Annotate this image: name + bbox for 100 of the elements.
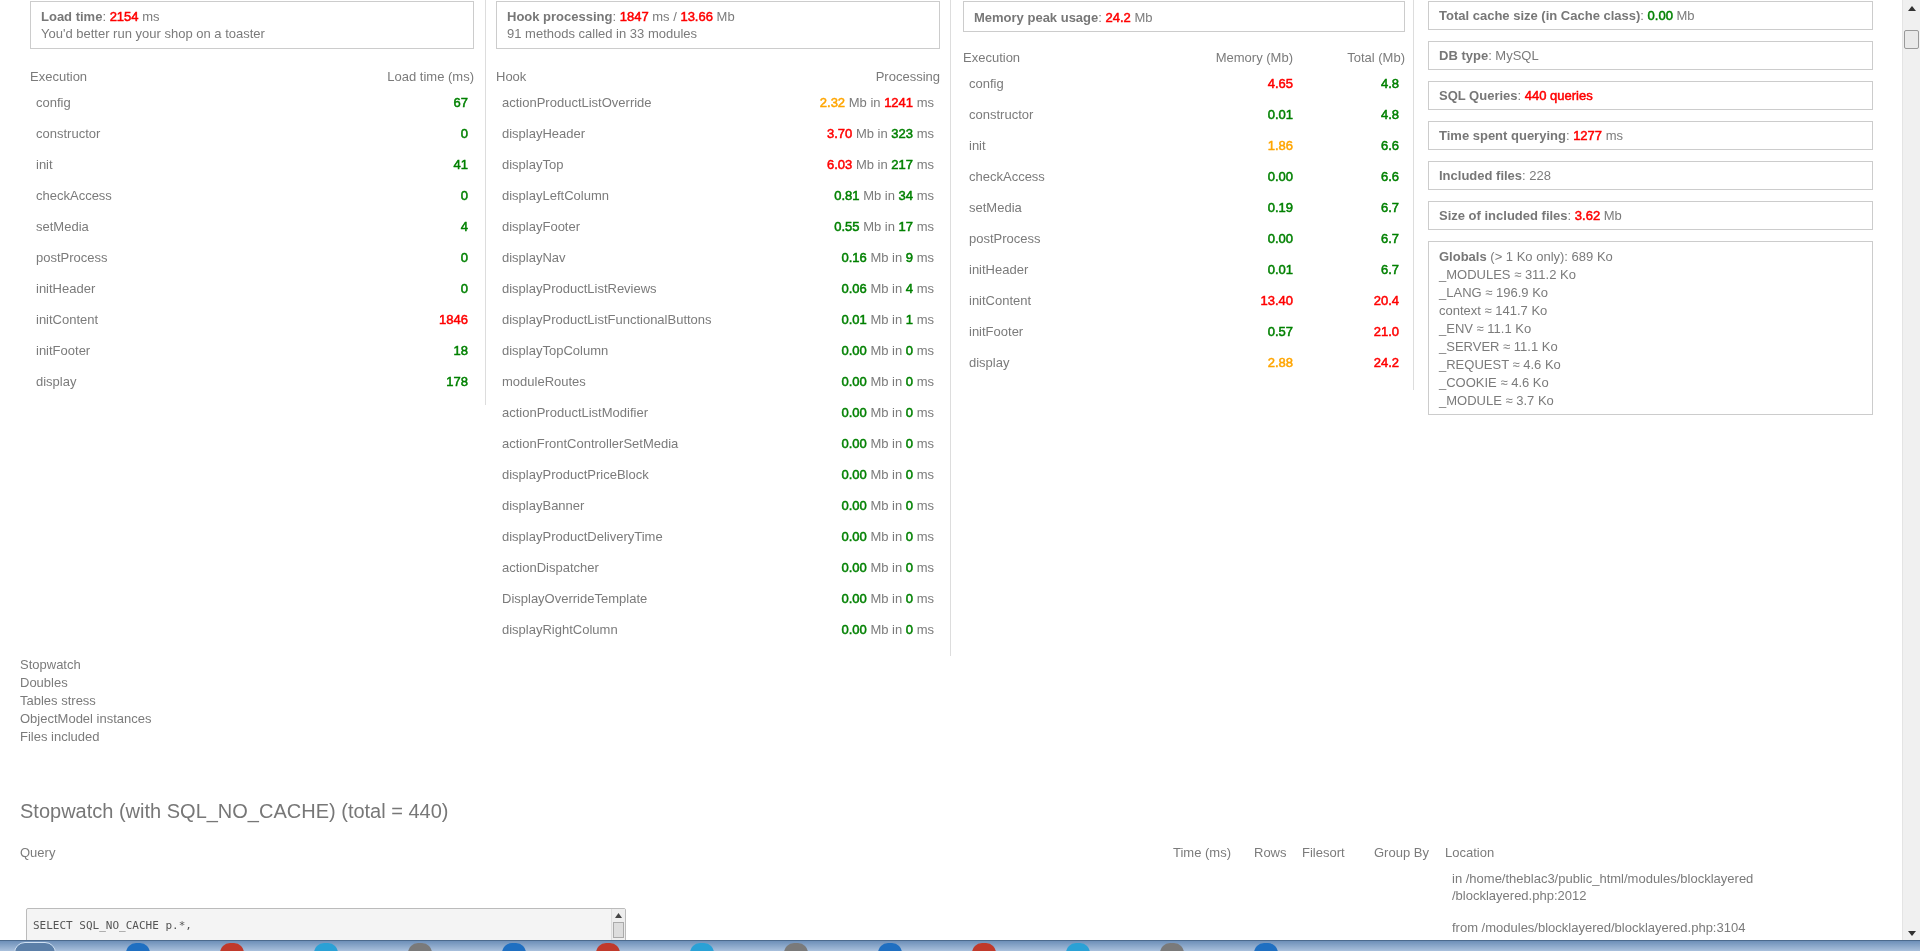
- globals-entry: _LANG ≈ 196.9 Ko: [1439, 284, 1550, 302]
- location-text: from /modules/blocklayered/blocklayered.php:3104: [1452, 919, 1747, 936]
- table-cell-text: 0.00 Mb in 0 ms: [841, 466, 934, 484]
- table-cell-text: 1846: [439, 311, 468, 329]
- table-cell-text: 0.00 Mb in 0 ms: [841, 559, 934, 577]
- table-cell-text: initHeader: [36, 280, 96, 298]
- table-cell-text: displayLeftColumn: [502, 187, 609, 205]
- taskbar-app-icon[interactable]: [1066, 943, 1090, 951]
- taskbar-app-icon[interactable]: [408, 943, 432, 951]
- taskbar-app-icon[interactable]: [1160, 943, 1184, 951]
- info-text: Time spent querying: 1277 ms: [1439, 127, 1623, 144]
- table-cell-text: displayRightColumn: [502, 621, 618, 639]
- section-link[interactable]: Doubles: [20, 674, 152, 692]
- table-cell-text: 0.00 Mb in 0 ms: [841, 528, 934, 546]
- table-cell-text: 0.01: [1266, 261, 1293, 279]
- taskbar-app-icon[interactable]: [220, 943, 244, 951]
- section-link[interactable]: Files included: [20, 728, 152, 746]
- table-cell-text: postProcess: [969, 230, 1041, 248]
- table-cell-text: 0.00 Mb in 0 ms: [841, 373, 934, 391]
- info-text: DB type: MySQL: [1439, 47, 1539, 64]
- table-cell-text: initFooter: [36, 342, 91, 360]
- table-cell-text: 0.01 Mb in 1 ms: [841, 311, 934, 329]
- section-link[interactable]: Tables stress: [20, 692, 152, 710]
- table-cell-text: 1.86: [1266, 137, 1293, 155]
- section-link[interactable]: ObjectModel instances: [20, 710, 152, 728]
- column-header: Location: [1445, 844, 1495, 862]
- column-header: Execution: [30, 68, 88, 86]
- taskbar-app-icon[interactable]: [1254, 943, 1278, 951]
- table-cell-text: initHeader: [969, 261, 1029, 279]
- scrollbar[interactable]: [1902, 0, 1920, 940]
- location-text: /blocklayered.php:2012: [1452, 887, 1588, 904]
- table-cell-text: postProcess: [36, 249, 108, 267]
- table-cell-text: actionProductListOverride: [502, 94, 652, 112]
- table-cell-text: config: [969, 75, 1004, 93]
- taskbar-app-icon[interactable]: [314, 943, 338, 951]
- table-cell-text: 20.4: [1372, 292, 1399, 310]
- scroll-down-icon[interactable]: [1907, 931, 1916, 936]
- column-header: Time (ms): [1173, 844, 1231, 862]
- globals-entry: context ≈ 141.7 Ko: [1439, 302, 1549, 320]
- scroll-up-icon[interactable]: [615, 913, 622, 918]
- taskbar-app-icon[interactable]: [784, 943, 808, 951]
- table-cell-text: 0.00: [1266, 168, 1293, 186]
- table-cell-text: initContent: [969, 292, 1032, 310]
- table-cell-text: 2.32 Mb in 1241 ms: [819, 94, 934, 112]
- query-text-area[interactable]: SELECT SQL_NO_CACHE p.*,: [26, 908, 626, 940]
- taskbar-app-icon[interactable]: [126, 943, 150, 951]
- table-cell-text: config: [36, 94, 71, 112]
- summary-note: 91 methods called in 33 modules: [507, 25, 699, 42]
- table-cell-text: displayHeader: [502, 125, 586, 143]
- table-cell-text: 0.81 Mb in 34 ms: [834, 187, 934, 205]
- table-cell-text: 4.8: [1379, 75, 1399, 93]
- table-cell-text: 2.88: [1266, 354, 1293, 372]
- table-cell-text: display: [969, 354, 1010, 372]
- table-cell-text: 6.03 Mb in 217 ms: [827, 156, 934, 174]
- scrollbar-thumb[interactable]: [613, 922, 624, 938]
- info-text: Total cache size (in Cache class): 0.00 Mb: [1439, 7, 1695, 24]
- taskbar-app-icon[interactable]: [502, 943, 526, 951]
- column-header: Execution: [963, 49, 1021, 67]
- table-cell-text: 0.16 Mb in 9 ms: [841, 249, 934, 267]
- table-cell-text: setMedia: [36, 218, 89, 236]
- taskbar-app-icon[interactable]: [596, 943, 620, 951]
- table-cell-text: displayProductListReviews: [502, 280, 657, 298]
- summary-note: You'd better run your shop on a toaster: [41, 25, 266, 42]
- hook-processing-summary: Hook processing: 1847 ms / 13.66 Mb: [507, 8, 736, 25]
- table-cell-text: 0.00 Mb in 0 ms: [841, 497, 934, 515]
- table-cell-text: 24.2: [1372, 354, 1399, 372]
- table-cell-text: checkAccess: [969, 168, 1045, 186]
- column-header: Total (Mb): [1346, 49, 1405, 67]
- location-text: in /home/theblac3/public_html/modules/blocklayered: [1452, 870, 1754, 887]
- table-cell-text: 0.06 Mb in 4 ms: [841, 280, 934, 298]
- table-cell-text: 0.57: [1266, 323, 1293, 341]
- table-cell-text: 6.7: [1379, 230, 1399, 248]
- table-cell-text: displayProductListFunctionalButtons: [502, 311, 712, 329]
- table-cell-text: 0.55 Mb in 17 ms: [834, 218, 934, 236]
- scroll-up-icon[interactable]: [1907, 6, 1916, 11]
- table-cell-text: displayFooter: [502, 218, 581, 236]
- table-cell-text: 67: [453, 94, 468, 112]
- table-cell-text: 0: [460, 280, 468, 298]
- info-text: Included files: 228: [1439, 167, 1551, 184]
- taskbar-app-icon[interactable]: [972, 943, 996, 951]
- table-cell-text: 0.00 Mb in 0 ms: [841, 435, 934, 453]
- table-cell-text: displayBanner: [502, 497, 585, 515]
- table-cell-text: 18: [453, 342, 468, 360]
- taskbar-app-icon[interactable]: [878, 943, 902, 951]
- column-header: Group By: [1374, 844, 1429, 862]
- section-link[interactable]: Stopwatch: [20, 656, 152, 674]
- scrollbar-thumb[interactable]: [1904, 30, 1919, 49]
- table-cell-text: 178: [446, 373, 468, 391]
- table-cell-text: 0.00 Mb in 0 ms: [841, 590, 934, 608]
- table-cell-text: 4: [460, 218, 468, 236]
- globals-entry: _MODULES ≈ 311.2 Ko: [1439, 266, 1577, 284]
- info-text: SQL Queries: 440 queries: [1439, 87, 1593, 104]
- table-cell-text: init: [36, 156, 53, 174]
- globals-entry: _ENV ≈ 11.1 Ko: [1439, 320, 1533, 338]
- table-cell-text: 0.01: [1266, 106, 1293, 124]
- table-cell-text: 6.6: [1379, 168, 1399, 186]
- column-header: Hook: [496, 68, 527, 86]
- table-cell-text: 0.00 Mb in 0 ms: [841, 342, 934, 360]
- globals-entry: _MODULE ≈ 3.7 Ko: [1439, 392, 1555, 410]
- taskbar-app-icon[interactable]: [690, 943, 714, 951]
